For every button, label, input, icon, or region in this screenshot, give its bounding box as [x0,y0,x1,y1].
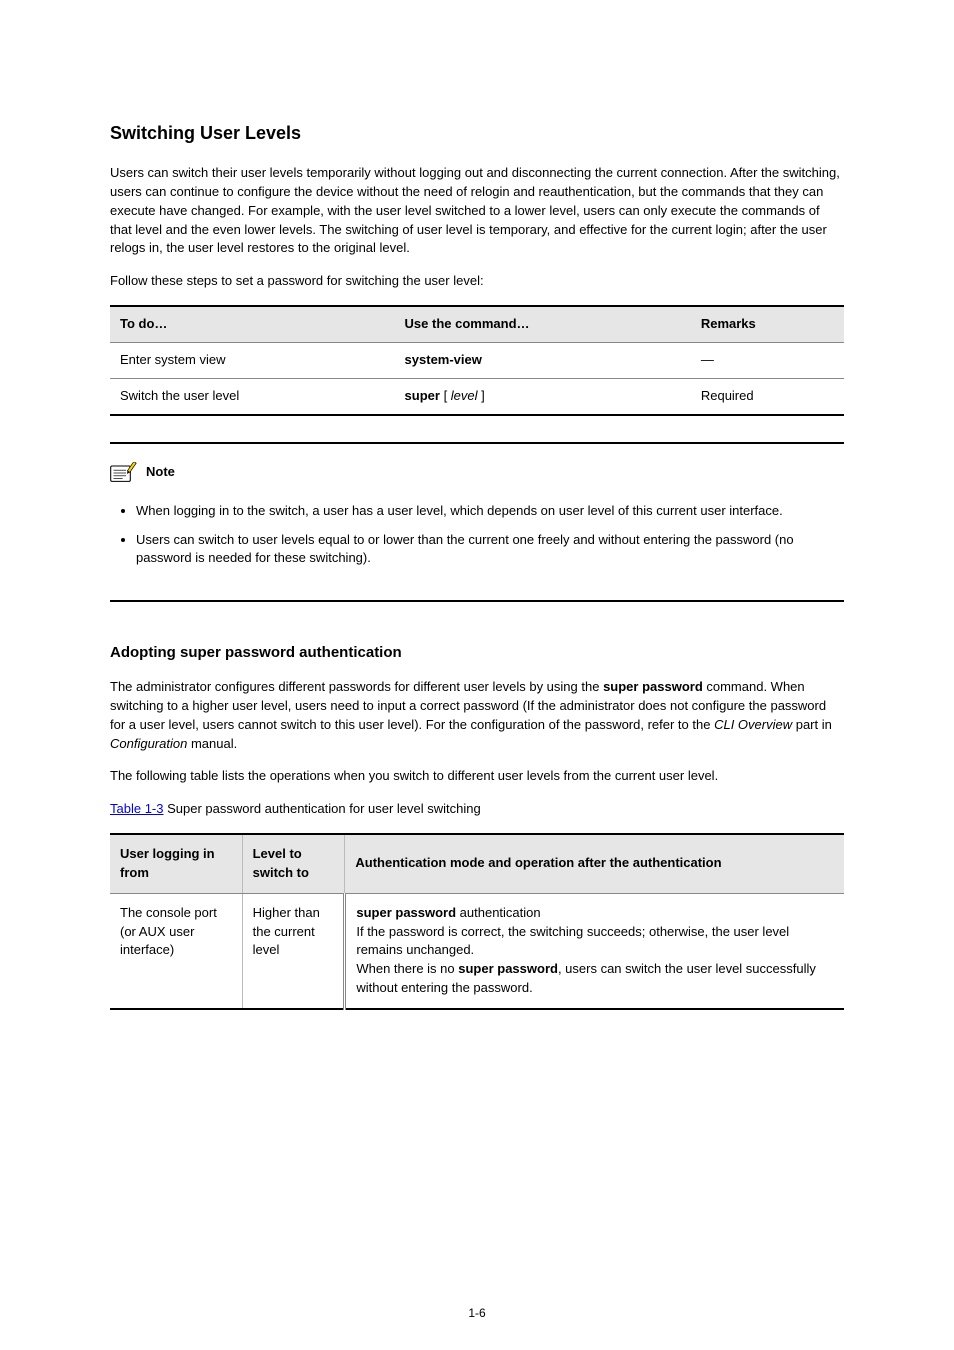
subsection-paragraph: The administrator configures different p… [110,678,844,753]
list-item: Users can switch to user levels equal to… [136,531,844,569]
cell-task: Enter system view [110,343,395,379]
page-number: 1-6 [0,1305,954,1322]
section-heading: Switching User Levels [110,120,844,146]
col-from: User logging in from [110,834,242,893]
list-item: When logging in to the switch, a user ha… [136,502,844,521]
cell-remarks: — [691,343,844,379]
note-callout: Note When logging in to the switch, a us… [110,442,844,603]
col-task: To do… [110,306,395,342]
table-cross-reference-link[interactable]: Table 1-3 [110,801,163,816]
note-label: Note [146,463,175,482]
table-row: The console port (or AUX user interface)… [110,893,844,1009]
steps-lead-in: Follow these steps to set a password for… [110,272,844,291]
cell-level: Higher than the current level [242,893,345,1009]
note-icon [110,462,138,484]
caption-rest: Super password authentication for user l… [167,801,481,816]
cell-from: The console port (or AUX user interface) [110,893,242,1009]
cell-auth: super password authenticationIf the pass… [345,893,844,1009]
intro-paragraph: Users can switch their user levels tempo… [110,164,844,258]
cell-remarks: Required [691,378,844,414]
col-auth: Authentication mode and operation after … [345,834,844,893]
col-command: Use the command… [395,306,691,342]
cell-command: super [ level ] [395,378,691,414]
col-level: Level to switch to [242,834,345,893]
table-row: Switch the user level super [ level ] Re… [110,378,844,414]
command-table: To do… Use the command… Remarks Enter sy… [110,305,844,416]
cell-task: Switch the user level [110,378,395,414]
col-remarks: Remarks [691,306,844,342]
note-list: When logging in to the switch, a user ha… [110,502,844,569]
subsection-paragraph-2: The following table lists the operations… [110,767,844,786]
subsection-heading: Adopting super password authentication [110,642,844,664]
level-switch-table: User logging in from Level to switch to … [110,833,844,1010]
table-row: Enter system view system-view — [110,343,844,379]
cell-command: system-view [395,343,691,379]
table-caption: Table 1-3 Super password authentication … [110,800,844,819]
